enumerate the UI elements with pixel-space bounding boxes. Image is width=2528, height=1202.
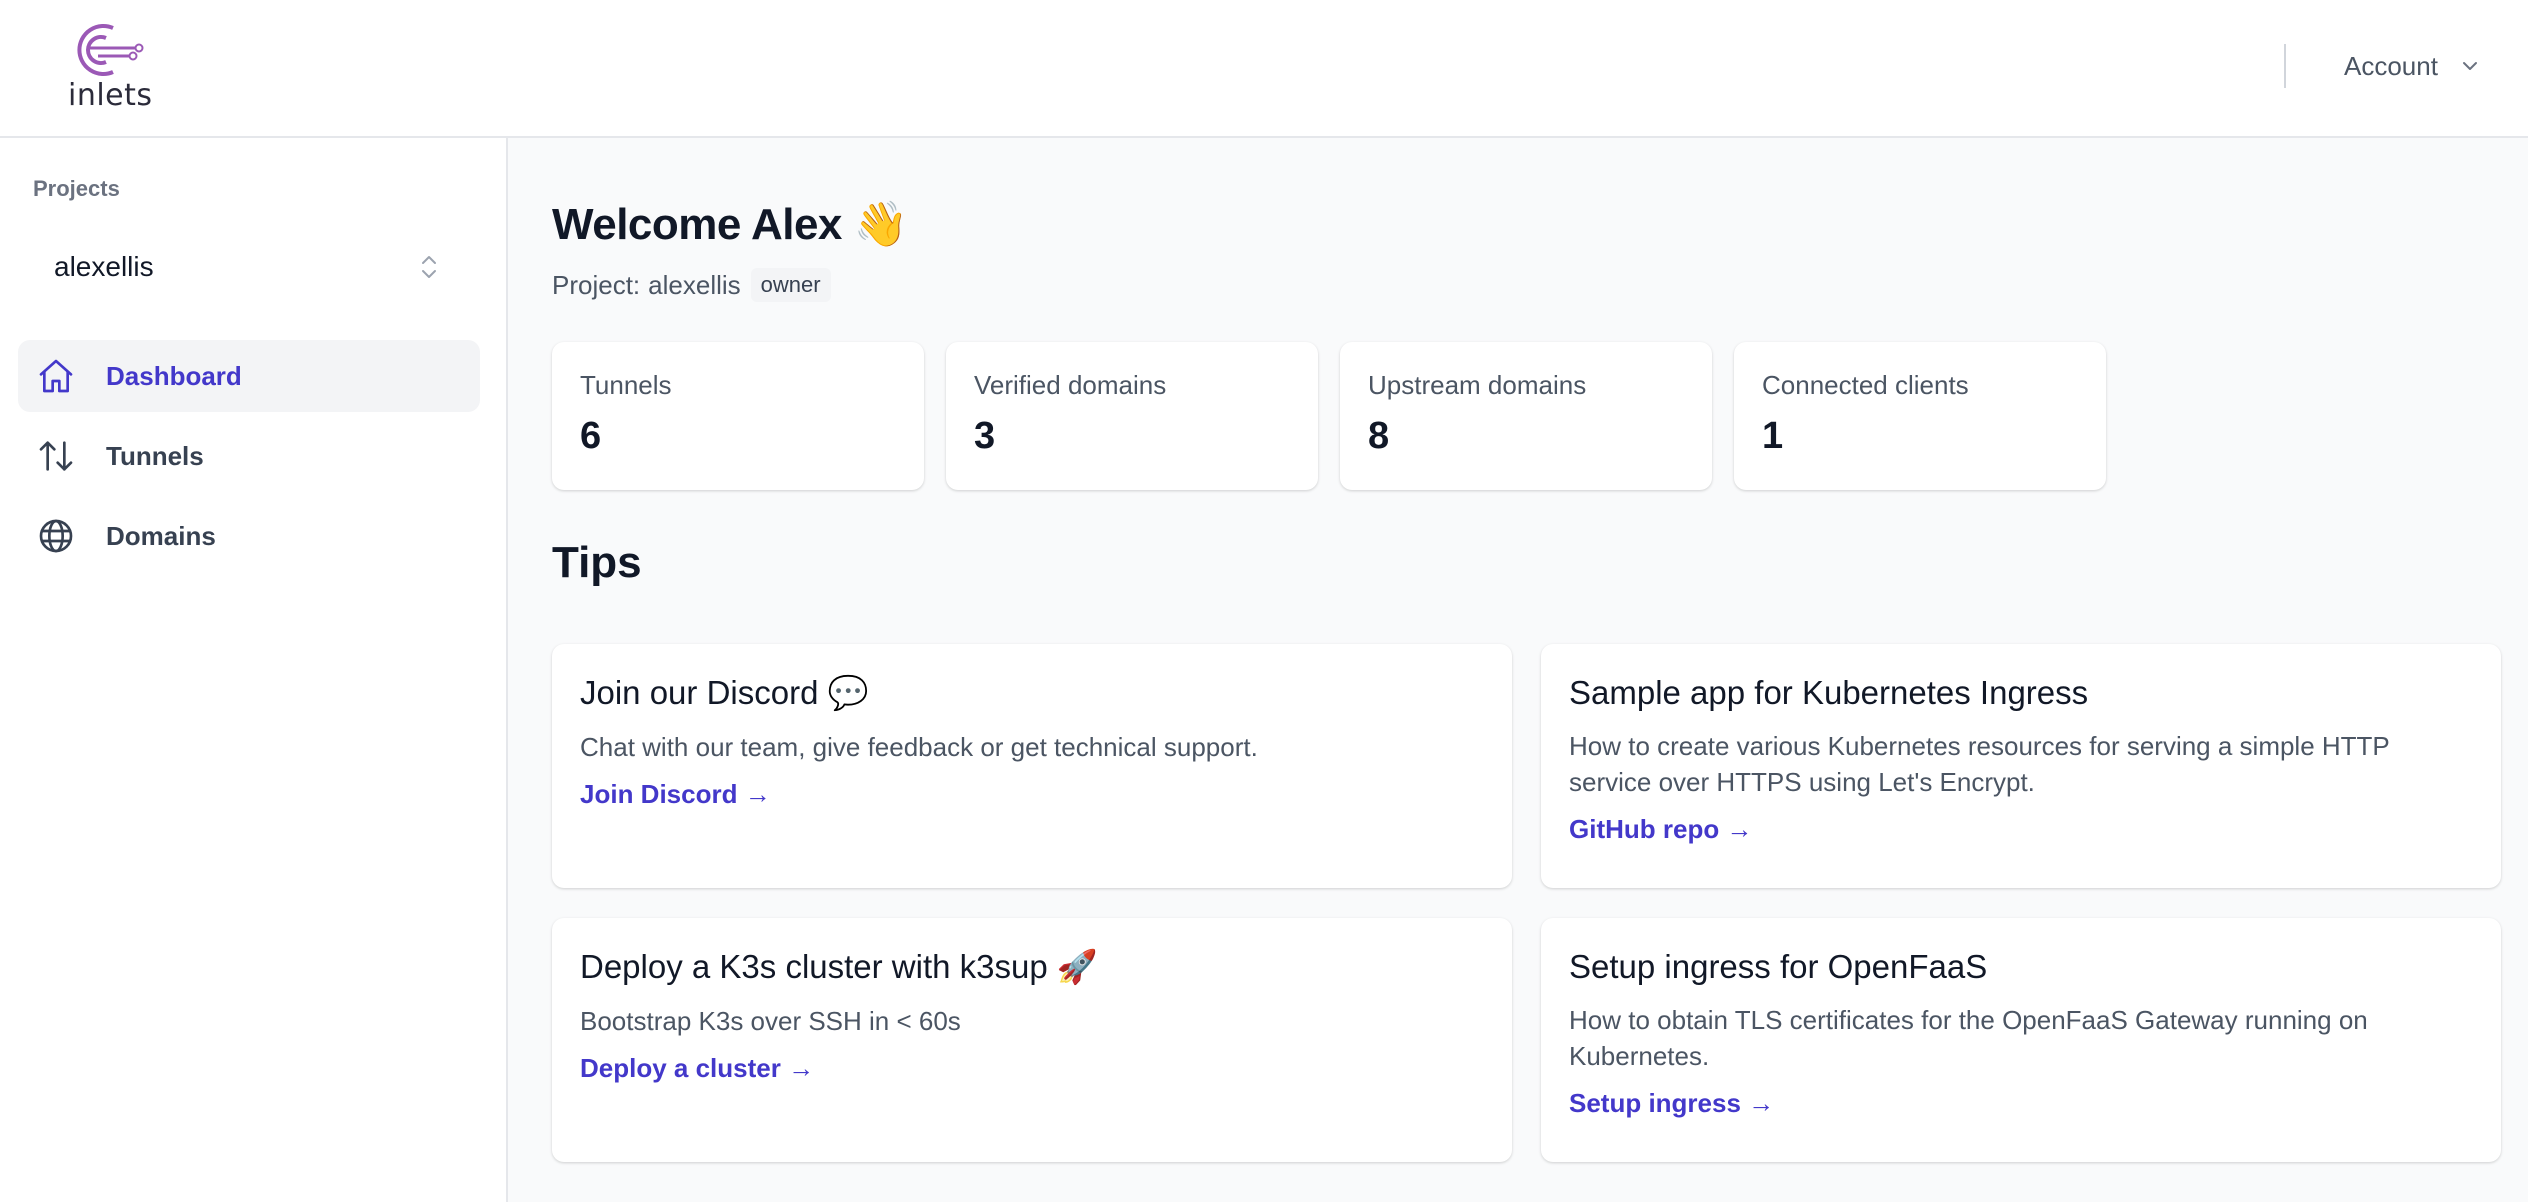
- tip-description: Bootstrap K3s over SSH in < 60s: [580, 1006, 961, 1036]
- role-badge: owner: [750, 268, 831, 302]
- sidebar-item-dashboard[interactable]: Dashboard: [18, 340, 480, 412]
- stat-card-upstream-domains: Upstream domains 8: [1340, 342, 1712, 490]
- project-info: Project: alexellis owner: [552, 268, 831, 302]
- account-menu-button[interactable]: Account: [2344, 48, 2480, 84]
- tip-title: Sample app for Kubernetes Ingress: [1569, 674, 2089, 711]
- tip-description: Chat with our team, give feedback or get…: [580, 732, 1258, 762]
- setup-ingress-link[interactable]: Setup ingress →: [1569, 1088, 1774, 1119]
- sidebar-item-label: Tunnels: [106, 440, 204, 471]
- projects-label: Projects: [33, 176, 120, 201]
- sidebar-nav: Dashboard Tunnels Domains: [18, 340, 480, 580]
- stat-value: 3: [974, 415, 996, 457]
- tip-description: How to create various Kubernetes resourc…: [1569, 731, 2390, 797]
- stat-card-connected-clients: Connected clients 1: [1734, 342, 2106, 490]
- inlets-logo[interactable]: inlets: [64, 20, 152, 116]
- tip-title: Join our Discord 💬: [580, 674, 869, 711]
- sidebar-item-label: Domains: [106, 520, 216, 551]
- stat-value: 8: [1368, 415, 1390, 457]
- inlets-logo-icon: [77, 24, 144, 76]
- stat-value: 1: [1762, 415, 1784, 457]
- stat-card-verified-domains: Verified domains 3: [946, 342, 1318, 490]
- selected-project: alexellis: [54, 251, 154, 282]
- tip-description: How to obtain TLS certificates for the O…: [1569, 1005, 2368, 1071]
- sidebar-item-label: Dashboard: [106, 360, 242, 391]
- project-name: alexellis: [648, 269, 741, 300]
- tip-card-k3sup: Deploy a K3s cluster with k3sup 🚀 Bootst…: [552, 918, 1512, 1162]
- stat-label: Upstream domains: [1368, 370, 1587, 400]
- stat-value: 6: [580, 415, 602, 457]
- account-label: Account: [2344, 50, 2438, 81]
- globe-icon: [34, 514, 78, 558]
- stat-label: Tunnels: [580, 370, 672, 400]
- join-discord-link[interactable]: Join Discord →: [580, 779, 771, 810]
- project-prefix: Project:: [552, 269, 641, 300]
- tip-card-kubernetes-ingress: Sample app for Kubernetes Ingress How to…: [1541, 644, 2501, 888]
- chevron-down-icon: [2462, 62, 2477, 70]
- tip-title: Setup ingress for OpenFaaS: [1569, 948, 1988, 985]
- sidebar: Projects alexellis Dashboard Tunnels Dom…: [0, 138, 508, 1202]
- stat-label: Verified domains: [974, 370, 1167, 400]
- stat-card-tunnels: Tunnels 6: [552, 342, 924, 490]
- deploy-cluster-link[interactable]: Deploy a cluster →: [580, 1053, 814, 1084]
- project-selector[interactable]: alexellis: [32, 222, 462, 312]
- header-divider: [2284, 44, 2286, 88]
- sidebar-item-domains[interactable]: Domains: [18, 500, 480, 572]
- arrows-up-down-icon: [34, 434, 78, 478]
- chevron-up-down-icon: [422, 256, 436, 278]
- stat-label: Connected clients: [1762, 370, 1969, 400]
- github-repo-link[interactable]: GitHub repo →: [1569, 814, 1752, 845]
- tip-card-openfaas: Setup ingress for OpenFaaS How to obtain…: [1541, 918, 2501, 1162]
- sidebar-item-tunnels[interactable]: Tunnels: [18, 420, 480, 492]
- tip-title: Deploy a K3s cluster with k3sup 🚀: [580, 948, 1098, 985]
- tips-heading: Tips: [552, 538, 642, 587]
- home-icon: [34, 354, 78, 398]
- tip-card-discord: Join our Discord 💬 Chat with our team, g…: [552, 644, 1512, 888]
- page-title: Welcome Alex 👋: [552, 200, 908, 249]
- top-header: inlets Account: [0, 0, 2528, 138]
- logo-text: inlets: [68, 78, 153, 113]
